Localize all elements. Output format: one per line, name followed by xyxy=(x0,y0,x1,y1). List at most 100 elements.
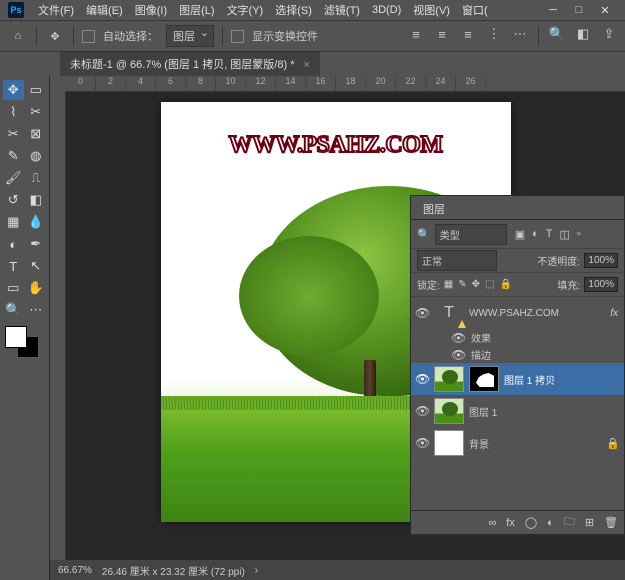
panel-icon[interactable]: ◧ xyxy=(575,26,591,42)
link-layers-icon[interactable]: ∞ xyxy=(488,517,496,529)
opacity-input[interactable]: 100% xyxy=(584,253,618,268)
fx-indicator[interactable]: fx xyxy=(610,308,618,319)
layer-row-text[interactable]: 👁 T WWW.PSAHZ.COM fx xyxy=(411,297,624,329)
foreground-swatch[interactable] xyxy=(5,326,27,348)
eraser-tool[interactable]: ◧ xyxy=(26,190,47,210)
color-swatches[interactable] xyxy=(3,326,43,362)
layer-thumbnail[interactable] xyxy=(434,398,464,424)
visibility-toggle[interactable]: 👁 xyxy=(415,404,429,418)
home-icon[interactable]: ⌂ xyxy=(8,26,28,46)
menu-window[interactable]: 窗口( xyxy=(458,0,492,20)
close-button[interactable]: ✕ xyxy=(593,2,617,18)
layer-fx-stroke[interactable]: 👁 描边 xyxy=(411,346,624,363)
quick-select-tool[interactable]: ✂ xyxy=(26,102,47,122)
menu-image[interactable]: 图像(I) xyxy=(131,0,171,20)
menu-file[interactable]: 文件(F) xyxy=(34,0,78,20)
new-layer-icon[interactable]: ⊞ xyxy=(585,516,594,529)
visibility-toggle[interactable]: 👁 xyxy=(415,372,429,386)
layer-name[interactable]: 图层 1 拷贝 xyxy=(504,372,620,387)
adjustment-icon[interactable]: ◐ xyxy=(547,517,554,529)
minimize-button[interactable]: ─ xyxy=(541,2,565,18)
maximize-button[interactable]: □ xyxy=(567,2,591,18)
filter-type-icon[interactable]: T xyxy=(546,228,553,241)
ruler-origin[interactable] xyxy=(50,76,66,92)
align-icon[interactable]: ≡ xyxy=(408,26,424,42)
path-select-tool[interactable]: ↖ xyxy=(26,256,47,276)
move-tool[interactable]: ✥ xyxy=(3,80,24,100)
visibility-toggle[interactable]: 👁 xyxy=(415,306,429,320)
layer-name[interactable]: 背景 xyxy=(469,436,601,451)
mask-icon[interactable]: ◯ xyxy=(525,516,537,529)
blur-tool[interactable]: 💧 xyxy=(26,212,47,232)
layer-name[interactable]: WWW.PSAHZ.COM xyxy=(469,308,605,319)
layer-row-background[interactable]: 👁 背景 🔒 xyxy=(411,427,624,459)
layer-thumbnail[interactable] xyxy=(434,366,464,392)
visibility-toggle[interactable]: 👁 xyxy=(451,331,465,345)
menu-type[interactable]: 文字(Y) xyxy=(223,0,268,20)
lock-all-icon[interactable]: 🔒 xyxy=(499,279,511,290)
share-icon[interactable]: ⇪ xyxy=(601,26,617,42)
menu-filter[interactable]: 滤镜(T) xyxy=(320,0,364,20)
filter-adjust-icon[interactable]: ◐ xyxy=(532,228,539,241)
menu-view[interactable]: 视图(V) xyxy=(409,0,454,20)
zoom-tool[interactable]: 🔍 xyxy=(3,300,24,320)
crop-tool[interactable]: ✂ xyxy=(3,124,24,144)
edit-toolbar[interactable]: ⋯ xyxy=(26,300,47,320)
marquee-tool[interactable]: ▭ xyxy=(26,80,47,100)
document-tab[interactable]: 未标题-1 @ 66.7% (图层 1 拷贝, 图层蒙版/8) * × xyxy=(60,51,320,76)
blend-mode-select[interactable]: 正常 xyxy=(417,250,497,271)
eyedropper-tool[interactable]: ✎ xyxy=(3,146,24,166)
align-icon[interactable]: ≡ xyxy=(434,26,450,42)
layer-fx-icon[interactable]: fx xyxy=(506,517,515,529)
filter-smart-icon[interactable]: ▫ xyxy=(577,228,581,241)
lock-paint-icon[interactable]: ✎ xyxy=(458,279,466,290)
dodge-tool[interactable]: ◐ xyxy=(3,234,24,254)
type-tool[interactable]: T xyxy=(3,256,24,276)
ruler-vertical[interactable] xyxy=(50,92,66,560)
layers-tab[interactable]: 图层 xyxy=(411,196,457,219)
lock-artboard-icon[interactable]: ⬚ xyxy=(485,279,494,290)
show-transform-checkbox[interactable] xyxy=(231,30,244,43)
lock-position-icon[interactable]: ✥ xyxy=(472,279,480,290)
mask-thumbnail[interactable] xyxy=(469,366,499,392)
tab-close-icon[interactable]: × xyxy=(304,59,310,71)
hand-tool[interactable]: ✋ xyxy=(26,278,47,298)
pen-tool[interactable]: ✒ xyxy=(26,234,47,254)
layer-fx-header[interactable]: 👁 效果 xyxy=(411,329,624,346)
history-brush-tool[interactable]: ↺ xyxy=(3,190,24,210)
menu-3d[interactable]: 3D(D) xyxy=(368,2,405,18)
stamp-tool[interactable]: ⎍ xyxy=(26,168,47,188)
layer-thumbnail[interactable] xyxy=(434,430,464,456)
auto-select-target[interactable]: 图层 xyxy=(166,25,214,47)
layer-row-masked[interactable]: 👁 图层 1 拷贝 xyxy=(411,363,624,395)
delete-icon[interactable]: 🗑 xyxy=(604,516,618,529)
distribute-icon[interactable]: ⋮ xyxy=(486,26,502,42)
lock-pixels-icon[interactable]: ▦ xyxy=(444,279,453,290)
filter-type-select[interactable]: 类型 xyxy=(435,224,507,245)
status-chevron-icon[interactable]: › xyxy=(255,565,258,576)
layer-name[interactable]: 图层 1 xyxy=(469,404,620,419)
visibility-toggle[interactable]: 👁 xyxy=(451,348,465,362)
ruler-horizontal[interactable]: 0 2 4 6 8 10 12 14 16 18 20 22 24 26 xyxy=(66,76,625,92)
visibility-toggle[interactable]: 👁 xyxy=(415,436,429,450)
gradient-tool[interactable]: ▦ xyxy=(3,212,24,232)
zoom-level[interactable]: 66.67% xyxy=(58,565,92,576)
group-icon[interactable]: 🗀 xyxy=(564,513,575,532)
fill-input[interactable]: 100% xyxy=(584,277,618,292)
filter-pixel-icon[interactable]: ▣ xyxy=(515,228,525,241)
shape-tool[interactable]: ▭ xyxy=(3,278,24,298)
lasso-tool[interactable]: ⌇ xyxy=(3,102,24,122)
auto-select-checkbox[interactable] xyxy=(82,30,95,43)
search-icon[interactable]: 🔍 xyxy=(417,228,431,241)
menu-select[interactable]: 选择(S) xyxy=(271,0,316,20)
more-icon[interactable]: ⋯ xyxy=(512,26,528,42)
align-icon[interactable]: ≡ xyxy=(460,26,476,42)
search-icon[interactable]: 🔍 xyxy=(549,26,565,42)
menu-edit[interactable]: 编辑(E) xyxy=(82,0,127,20)
brush-tool[interactable]: 🖌 xyxy=(3,168,24,188)
filter-shape-icon[interactable]: ◫ xyxy=(560,228,570,241)
frame-tool[interactable]: ⊠ xyxy=(26,124,47,144)
spot-heal-tool[interactable]: ◍ xyxy=(26,146,47,166)
menu-layer[interactable]: 图层(L) xyxy=(175,0,218,20)
layer-row-image[interactable]: 👁 图层 1 xyxy=(411,395,624,427)
